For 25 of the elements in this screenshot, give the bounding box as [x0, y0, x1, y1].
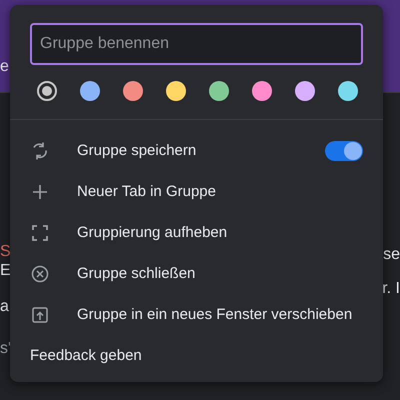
partial-text: S	[0, 243, 11, 261]
menu-item[interactable]: Gruppe speichern	[77, 142, 325, 159]
partial-text: e	[0, 58, 9, 76]
color-swatch[interactable]	[338, 81, 358, 101]
menu-item[interactable]: Gruppierung aufheben	[77, 224, 363, 241]
color-swatch[interactable]	[80, 81, 100, 101]
menu-item[interactable]: Neuer Tab in Gruppe	[77, 183, 363, 200]
ungroup-icon	[30, 222, 50, 242]
group-name-field[interactable]: Gruppe benennen	[30, 23, 363, 65]
partial-text: E	[0, 262, 11, 280]
color-swatch[interactable]	[166, 81, 186, 101]
toggle-switch[interactable]	[325, 140, 363, 160]
close-icon	[30, 264, 50, 284]
menu-item[interactable]: Gruppe schließen	[77, 265, 363, 282]
partial-text: r. I	[382, 280, 400, 298]
feedback-link[interactable]: Feedback geben	[10, 335, 162, 376]
color-swatch[interactable]	[295, 81, 315, 101]
partial-text: a	[0, 298, 9, 316]
color-swatch[interactable]	[209, 81, 229, 101]
color-swatch[interactable]	[123, 81, 143, 101]
color-swatch[interactable]	[252, 81, 272, 101]
partial-text: se	[383, 246, 400, 264]
partial-text: s'	[0, 340, 12, 358]
color-swatch[interactable]	[37, 81, 57, 101]
menu-item[interactable]: Gruppe in ein neues Fenster verschieben	[77, 306, 363, 323]
